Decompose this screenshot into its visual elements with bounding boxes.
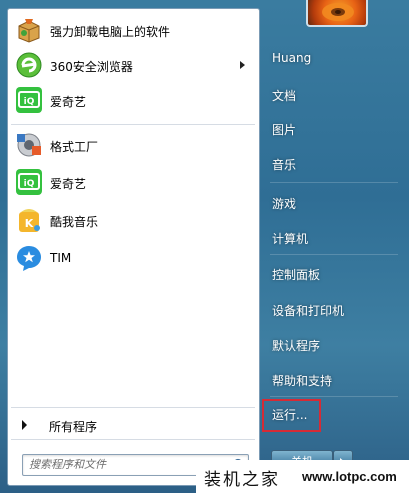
right-link-control-panel[interactable]: 控制面板 — [264, 263, 399, 285]
right-link-user[interactable]: Huang — [264, 48, 399, 70]
program-label: 爱奇艺 — [50, 95, 87, 109]
right-link-documents[interactable]: 文档 — [264, 84, 399, 106]
divider — [270, 182, 398, 183]
program-label: TIM — [50, 251, 72, 265]
program-label: 爱奇艺 — [50, 177, 87, 191]
format-factory-icon — [17, 133, 41, 157]
divider — [11, 407, 255, 408]
watermark: 装机之家 www.lotpc.com — [196, 460, 409, 493]
right-link-default-programs[interactable]: 默认程序 — [264, 334, 399, 356]
program-label: 酷我音乐 — [50, 215, 99, 229]
program-item-iqiyi[interactable]: iQ 爱奇艺 — [11, 166, 255, 200]
right-link-pictures[interactable]: 图片 — [264, 118, 399, 140]
all-programs-button[interactable]: 所有程序 — [11, 413, 255, 437]
iqiyi-icon: iQ — [16, 169, 42, 195]
program-item-uninstaller[interactable]: 强力卸载电脑上的软件 — [11, 14, 255, 48]
right-link-label: 默认程序 — [272, 339, 321, 353]
right-link-label: Huang — [272, 51, 312, 65]
right-link-label: 控制面板 — [272, 268, 321, 282]
program-label: 格式工厂 — [50, 140, 99, 154]
right-link-label: 音乐 — [272, 158, 297, 172]
flower-picture-icon — [322, 3, 354, 21]
run-highlight-box — [262, 399, 321, 432]
right-link-games[interactable]: 游戏 — [264, 192, 399, 214]
divider — [11, 124, 255, 125]
svg-text:iQ: iQ — [24, 97, 35, 107]
program-label: 360安全浏览器 — [50, 60, 133, 74]
watermark-text: 装机之家 — [204, 470, 280, 490]
right-link-music[interactable]: 音乐 — [264, 153, 399, 175]
right-link-label: 图片 — [272, 123, 297, 137]
program-item-kuwo-music[interactable]: K 酷我音乐 — [11, 204, 255, 238]
svg-text:K: K — [25, 217, 34, 230]
svg-text:iQ: iQ — [24, 179, 35, 189]
program-item-tim[interactable]: TIM — [11, 242, 255, 276]
all-programs-label: 所有程序 — [49, 420, 98, 434]
program-item-format-factory[interactable]: 格式工厂 — [11, 129, 255, 163]
kuwo-music-icon: K — [19, 209, 40, 232]
360-browser-icon — [16, 52, 42, 78]
divider — [270, 396, 398, 397]
program-item-iqiyi[interactable]: iQ 爱奇艺 — [11, 84, 255, 118]
watermark-url: www.lotpc.com — [302, 469, 397, 484]
submenu-arrow-icon[interactable] — [240, 61, 245, 69]
programs-panel: 强力卸载电脑上的软件 360安全浏览器 iQ 爱奇艺 格式工厂 iQ 爱奇艺 K… — [7, 8, 260, 486]
right-link-label: 设备和打印机 — [272, 304, 345, 318]
divider — [11, 439, 255, 440]
right-link-help-support[interactable]: 帮助和支持 — [264, 369, 399, 391]
program-item-360-browser[interactable]: 360安全浏览器 — [11, 49, 255, 83]
divider — [270, 254, 398, 255]
uninstaller-box-icon — [18, 19, 40, 43]
right-link-label: 帮助和支持 — [272, 374, 333, 388]
right-link-label: 游戏 — [272, 197, 297, 211]
tim-icon — [17, 246, 41, 271]
search-input[interactable] — [29, 456, 214, 472]
user-picture[interactable] — [306, 0, 368, 27]
right-link-devices-printers[interactable]: 设备和打印机 — [264, 299, 399, 321]
right-link-label: 计算机 — [272, 232, 309, 246]
expand-arrow-icon — [22, 420, 27, 430]
right-link-computer[interactable]: 计算机 — [264, 227, 399, 249]
program-label: 强力卸载电脑上的软件 — [50, 25, 171, 39]
iqiyi-icon: iQ — [16, 87, 42, 113]
right-link-label: 文档 — [272, 89, 297, 103]
